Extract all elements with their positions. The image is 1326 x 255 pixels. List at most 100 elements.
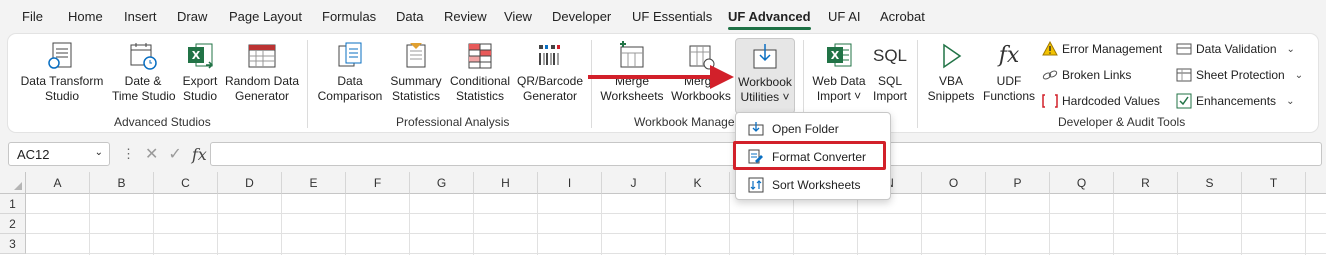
tab-view[interactable]: View: [504, 9, 532, 24]
group-label-professional-analysis: Professional Analysis: [396, 115, 510, 129]
tab-uf-ai[interactable]: UF AI: [828, 9, 861, 24]
group-label-developer-audit: Developer & Audit Tools: [1058, 115, 1186, 129]
data-transform-studio-button[interactable]: Data Transform Studio: [16, 38, 108, 114]
menu-item-sort-worksheets[interactable]: Sort Worksheets: [740, 173, 886, 197]
column-header[interactable]: S: [1178, 172, 1242, 194]
column-header[interactable]: O: [922, 172, 986, 194]
tab-formulas[interactable]: Formulas: [322, 9, 376, 24]
column-header[interactable]: D: [218, 172, 282, 194]
gridline: [281, 194, 282, 255]
open-folder-icon: [748, 122, 764, 136]
insert-function-icon[interactable]: fx: [192, 145, 207, 164]
tab-data[interactable]: Data: [396, 9, 423, 24]
conditional-statistics-button[interactable]: Conditional Statistics: [446, 38, 514, 114]
tab-review[interactable]: Review: [444, 9, 487, 24]
select-all-corner[interactable]: [0, 172, 26, 194]
row-header[interactable]: 2: [0, 214, 26, 234]
button-label: Sheet Protection: [1196, 68, 1285, 82]
hardcoded-values-button[interactable]: Hardcoded Values: [1042, 90, 1160, 112]
group-label-advanced-studios: Advanced Studios: [114, 115, 211, 129]
gridline: [921, 194, 922, 255]
enhancements-button[interactable]: Enhancements ⌄: [1176, 90, 1294, 112]
export-studio-button[interactable]: X Export Studio: [178, 38, 222, 114]
random-data-generator-button[interactable]: Random Data Generator: [224, 38, 300, 114]
button-label: Generator: [522, 89, 578, 103]
enter-icon[interactable]: ✓: [168, 144, 181, 164]
cancel-icon[interactable]: ✕: [145, 144, 158, 164]
bracket-icon: [1042, 94, 1058, 108]
column-header[interactable]: [1306, 172, 1326, 194]
more-options-icon[interactable]: ⋮: [122, 146, 135, 162]
udf-functions-button[interactable]: fx UDF Functions: [980, 38, 1038, 114]
web-data-import-button[interactable]: X Web Data Import ˅: [808, 38, 870, 114]
column-header[interactable]: C: [154, 172, 218, 194]
tab-home[interactable]: Home: [68, 9, 103, 24]
column-header[interactable]: J: [602, 172, 666, 194]
worksheet-grid[interactable]: A B C D E F G H I J K L M N O P Q R S T …: [0, 172, 1326, 255]
summary-statistics-button[interactable]: Summary Statistics: [388, 38, 444, 114]
row-header[interactable]: 3: [0, 234, 26, 254]
button-label: Workbook: [738, 75, 792, 89]
column-header[interactable]: P: [986, 172, 1050, 194]
cell-row[interactable]: [26, 234, 1326, 254]
column-header[interactable]: K: [666, 172, 730, 194]
data-comparison-button[interactable]: Data Comparison: [314, 38, 386, 114]
highlight-box-annotation: [733, 141, 886, 170]
chevron-down-icon: ⌄: [1286, 95, 1295, 107]
column-header[interactable]: F: [346, 172, 410, 194]
column-header[interactable]: H: [474, 172, 538, 194]
sheet-lock-icon: [1176, 68, 1192, 82]
chevron-down-icon[interactable]: ⌄: [95, 147, 103, 158]
qr-barcode-generator-button[interactable]: QR/Barcode Generator: [516, 38, 584, 114]
button-label: Error Management: [1062, 42, 1163, 56]
name-box-value: AC12: [17, 147, 50, 162]
column-header[interactable]: Q: [1050, 172, 1114, 194]
tab-insert[interactable]: Insert: [124, 9, 157, 24]
chevron-down-icon: ⌄: [1294, 69, 1304, 81]
error-management-button[interactable]: Error Management: [1042, 38, 1162, 60]
button-label: Broken Links: [1062, 68, 1132, 82]
column-header[interactable]: A: [26, 172, 90, 194]
menu-item-label: Open Folder: [772, 122, 839, 136]
vba-snippets-button[interactable]: VBA Snippets: [924, 38, 978, 114]
gridline: [537, 194, 538, 255]
button-label: Random Data: [224, 74, 300, 88]
tab-draw[interactable]: Draw: [177, 9, 207, 24]
column-header[interactable]: I: [538, 172, 602, 194]
gridline: [153, 194, 154, 255]
gridline: [1177, 194, 1178, 255]
tab-developer[interactable]: Developer: [552, 9, 611, 24]
button-label: Import: [872, 89, 907, 103]
name-box[interactable]: AC12 ⌄: [8, 142, 110, 166]
sheet-protection-button[interactable]: Sheet Protection ⌄: [1176, 64, 1303, 86]
tab-uf-essentials[interactable]: UF Essentials: [632, 9, 712, 24]
gridline: [409, 194, 410, 255]
column-header[interactable]: E: [282, 172, 346, 194]
checkbox-icon: [1176, 93, 1192, 109]
tab-uf-advanced[interactable]: UF Advanced: [728, 9, 811, 30]
workbook-utilities-button[interactable]: Workbook Utilities ˅: [735, 38, 795, 114]
data-validation-button[interactable]: Data Validation ⌄: [1176, 38, 1295, 60]
menu-item-open-folder[interactable]: Open Folder: [740, 117, 886, 141]
cell-row[interactable]: [26, 194, 1326, 214]
cell-row[interactable]: [26, 214, 1326, 234]
tab-file[interactable]: File: [22, 9, 43, 24]
group-separator: [307, 40, 308, 128]
row-header[interactable]: 1: [0, 194, 26, 214]
gridline: [345, 194, 346, 255]
button-label: Snippets: [927, 89, 975, 103]
tab-acrobat[interactable]: Acrobat: [880, 9, 925, 24]
date-time-studio-button[interactable]: Date & Time Studio: [112, 38, 176, 114]
svg-text:X: X: [831, 49, 840, 62]
button-label: Date &: [124, 74, 162, 88]
broken-links-button[interactable]: Broken Links: [1042, 64, 1131, 86]
button-label: QR/Barcode: [516, 74, 584, 88]
column-header[interactable]: B: [90, 172, 154, 194]
tab-page-layout[interactable]: Page Layout: [229, 9, 302, 24]
column-header[interactable]: R: [1114, 172, 1178, 194]
formula-controls: ⋮ ✕ ✓ fx: [116, 142, 208, 166]
sql-import-button[interactable]: SQL SQL Import: [870, 38, 910, 114]
column-header[interactable]: G: [410, 172, 474, 194]
column-header[interactable]: T: [1242, 172, 1306, 194]
red-arrow-annotation: [588, 65, 734, 89]
